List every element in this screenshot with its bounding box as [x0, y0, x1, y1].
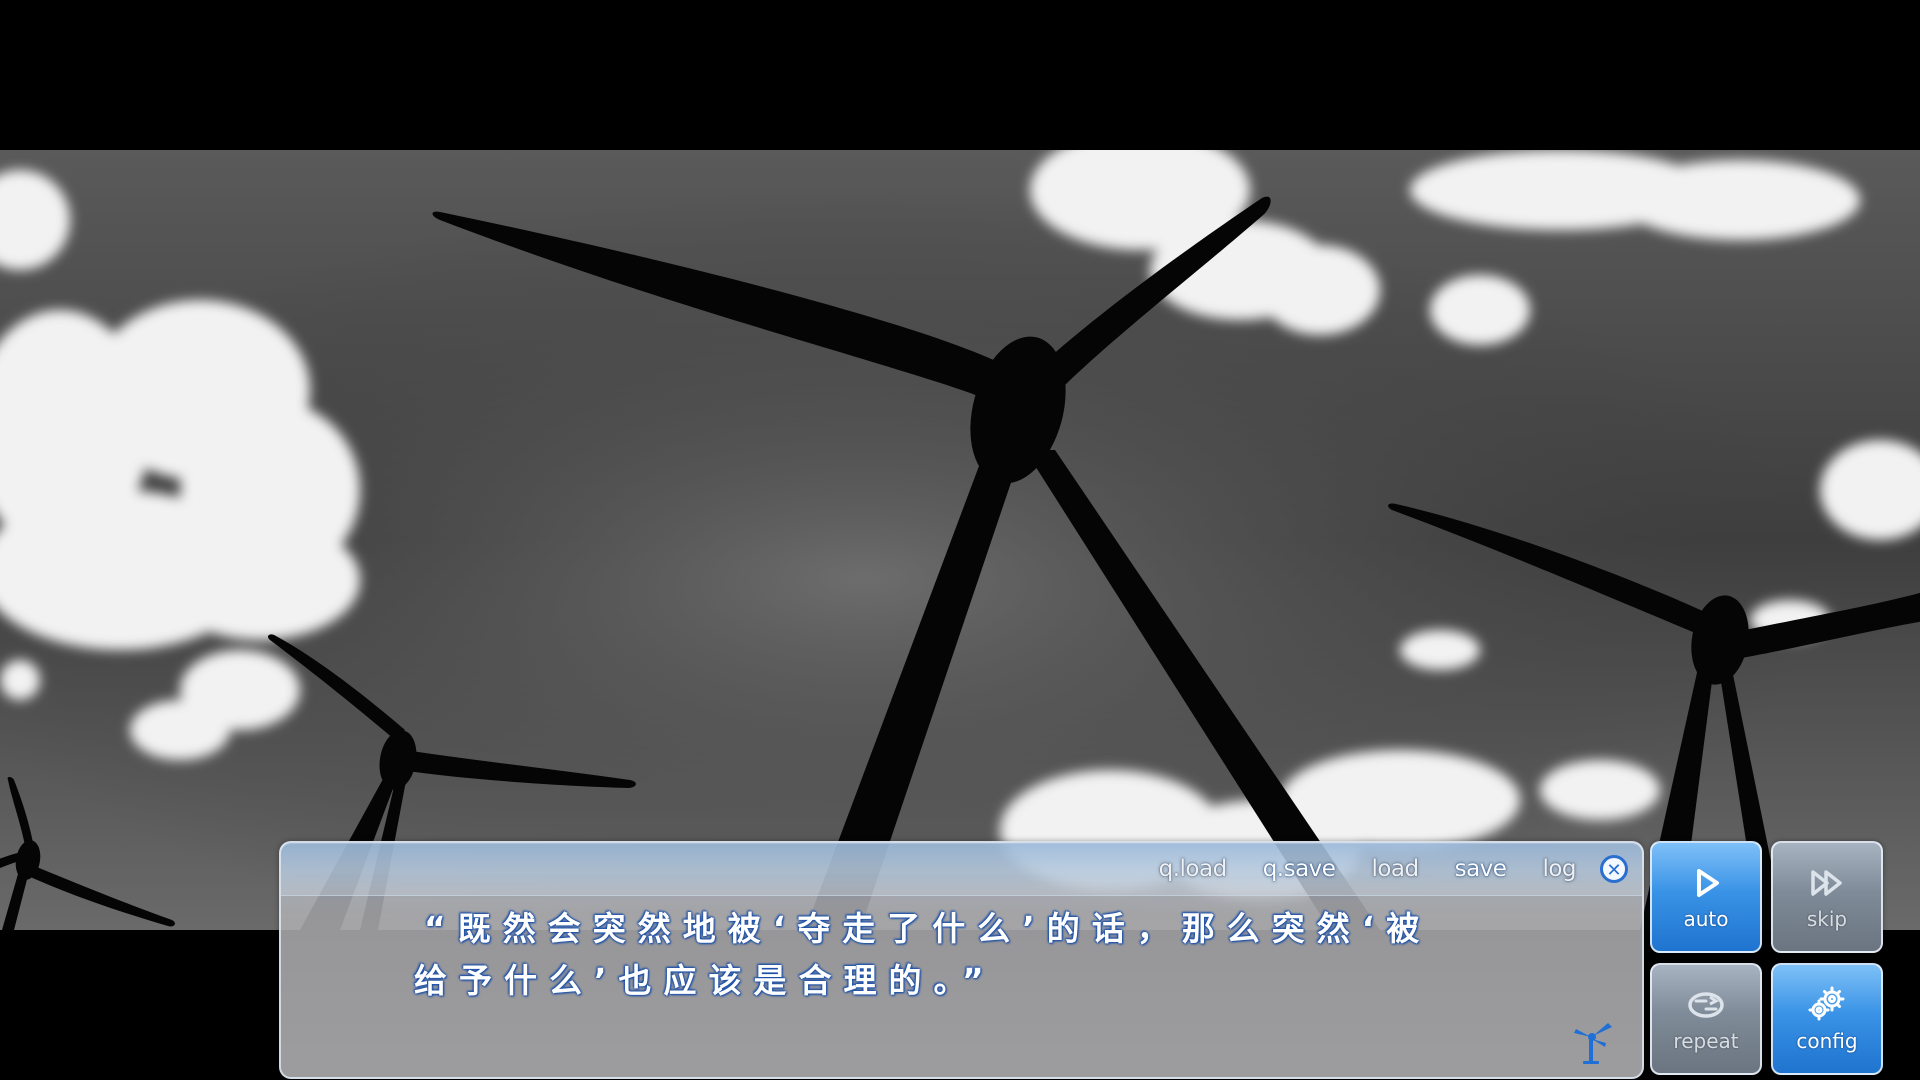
dialogue-toolbar: q.load q.save load save log ✕: [281, 843, 1642, 896]
repeat-label: repeat: [1673, 1029, 1739, 1053]
auto-label: auto: [1683, 907, 1729, 931]
log-button[interactable]: log: [1524, 856, 1594, 882]
game-screen: q.load q.save load save log ✕ “既然会突然地被‘夺…: [0, 0, 1920, 1080]
gear-icon: [1808, 986, 1845, 1021]
close-icon[interactable]: ✕: [1600, 855, 1628, 883]
dialogue-line-2: 给予什么’也应该是合理的。”: [414, 961, 996, 1000]
quick-load-button[interactable]: q.load: [1141, 856, 1245, 882]
config-button[interactable]: config: [1771, 963, 1883, 1075]
play-icon: [1697, 869, 1719, 897]
quick-save-button[interactable]: q.save: [1245, 856, 1354, 882]
background-scene: [0, 150, 1920, 930]
fast-forward-icon: [1811, 870, 1842, 896]
dialogue-text: “既然会突然地被‘夺走了什么’的话，那么突然‘被 给予什么’也应该是合理的。”: [414, 903, 1534, 1007]
menu-row: q.load q.save load save log ✕: [1141, 855, 1632, 883]
config-label: config: [1796, 1029, 1858, 1053]
dialogue-line-1: “既然会突然地被‘夺走了什么’的话，那么突然‘被: [424, 909, 1432, 948]
repeat-icon: [1688, 992, 1724, 1018]
skip-button[interactable]: skip: [1771, 841, 1883, 953]
save-button[interactable]: save: [1437, 856, 1525, 882]
load-button[interactable]: load: [1353, 856, 1436, 882]
skip-label: skip: [1806, 907, 1848, 931]
windmill-next-icon: [1574, 1023, 1612, 1064]
repeat-button[interactable]: repeat: [1650, 963, 1762, 1075]
auto-button[interactable]: auto: [1650, 841, 1762, 953]
dialogue-box[interactable]: q.load q.save load save log ✕ “既然会突然地被‘夺…: [279, 841, 1644, 1079]
